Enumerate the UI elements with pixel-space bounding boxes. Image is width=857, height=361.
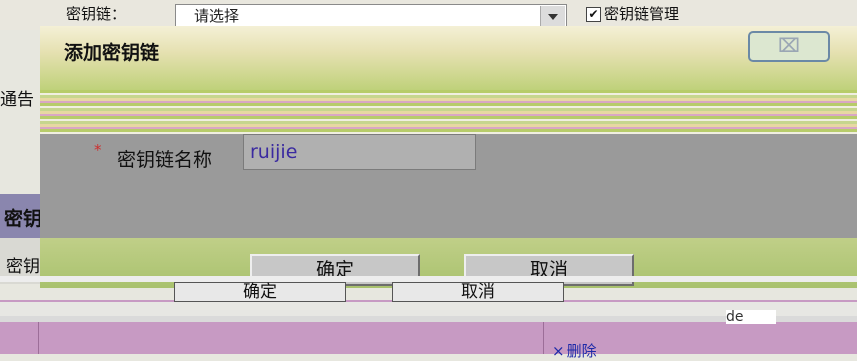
close-button[interactable]: ⌧: [748, 31, 830, 62]
keychain-manage-label: 密钥链管理: [604, 5, 680, 23]
row-label: 密钥: [6, 257, 40, 277]
notice-label: 通告: [0, 90, 34, 110]
keychain-manage-checkbox[interactable]: ✔: [586, 7, 601, 22]
required-marker: *: [94, 141, 102, 159]
ghost-confirm-button: 确定: [174, 282, 346, 302]
dialog-decoration: [40, 90, 857, 136]
keychain-label: 密钥链：: [66, 5, 127, 23]
keychain-name-label: 密钥链名称: [117, 149, 213, 171]
delete-link[interactable]: × 删除: [552, 340, 597, 361]
delete-label: 删除: [566, 342, 597, 360]
close-icon: ⌧: [778, 35, 800, 57]
section-header-title: 密钥: [4, 208, 43, 230]
keychain-select[interactable]: 请选择: [175, 4, 567, 28]
keychain-name-input[interactable]: ruijie: [243, 134, 476, 170]
dialog-title-bar[interactable]: [40, 26, 857, 90]
ghost-text: de: [726, 310, 776, 324]
delete-icon: ×: [552, 342, 565, 360]
add-keychain-dialog: 添加密钥链 ⌧ * 密钥链名称 ruijie 确定 取消: [40, 26, 857, 288]
dialog-title: 添加密钥链: [64, 42, 160, 64]
ghost-cancel-button: 取消: [392, 282, 564, 302]
chevron-down-icon[interactable]: [540, 6, 565, 26]
